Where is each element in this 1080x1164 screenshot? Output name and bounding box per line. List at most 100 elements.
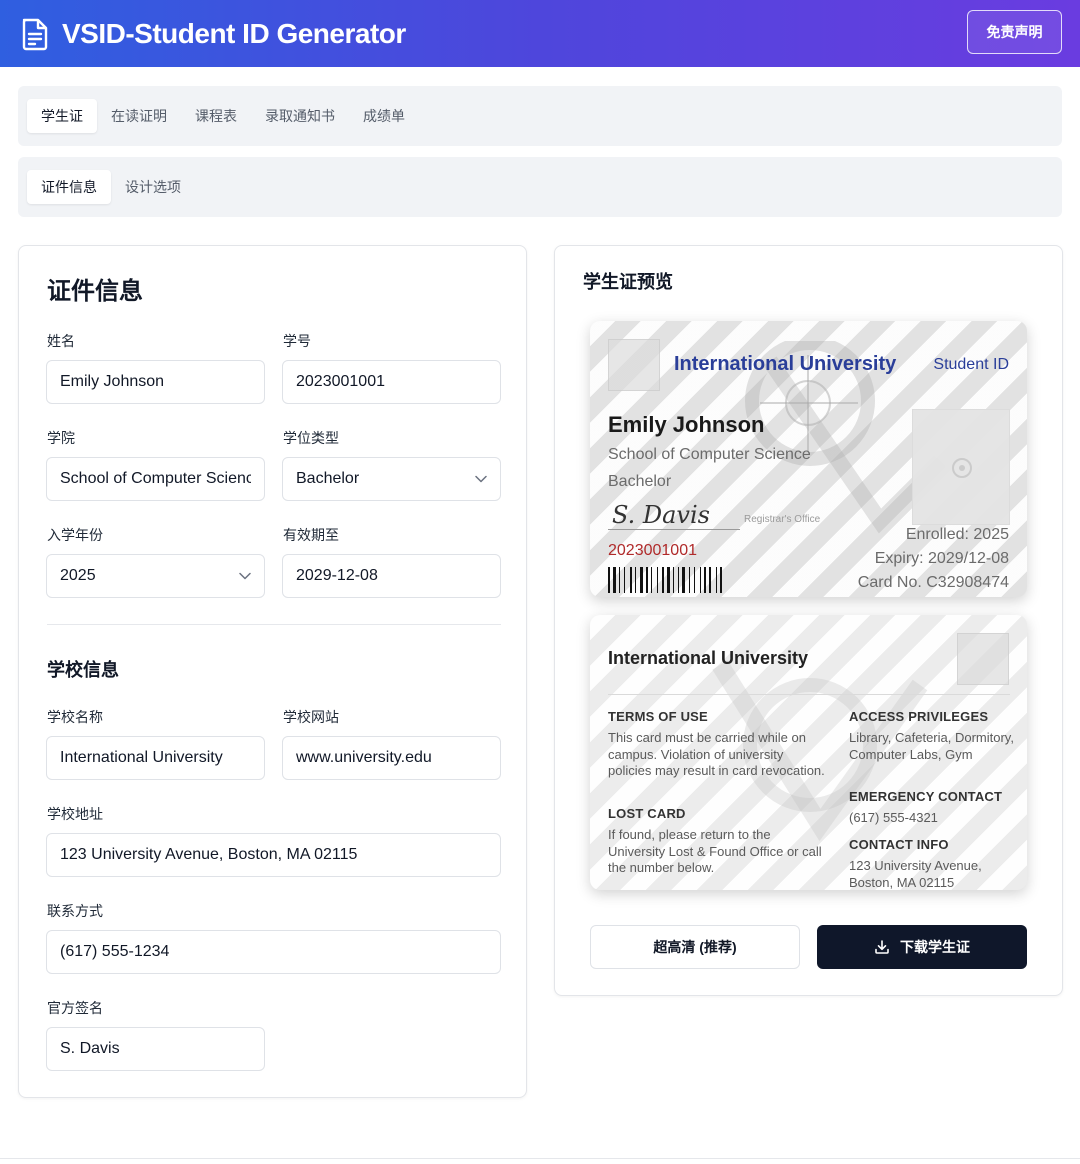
barcode-bar: [657, 567, 658, 593]
enrollment-year-label: 入学年份: [47, 527, 103, 543]
app-header: VSID-Student ID Generator 免责声明: [0, 0, 1080, 67]
college-input[interactable]: School of Computer Science: [46, 457, 265, 501]
lost-card-block: LOST CARD If found, please return to the…: [608, 806, 830, 877]
emergency-contact-block: EMERGENCY CONTACT (617) 555-4321: [849, 789, 1014, 827]
school-website-input[interactable]: www.university.edu: [282, 736, 501, 780]
barcode-bar: [613, 567, 616, 593]
chevron-down-icon: [239, 572, 251, 580]
degree-type-select[interactable]: Bachelor: [282, 457, 501, 501]
enrollment-year-select[interactable]: 2025: [46, 554, 265, 598]
school-address-input-value: 123 University Avenue, Boston, MA 02115: [60, 846, 358, 863]
barcode-bar: [624, 567, 625, 593]
document-type-tabs: 学生证 在读证明 课程表 录取通知书 成绩单: [18, 86, 1062, 146]
name-label: 姓名: [47, 333, 75, 349]
ultra-hd-button[interactable]: 超高清 (推荐): [590, 925, 800, 969]
card-back-university-name: International University: [608, 648, 809, 668]
student-number-label: 学号: [283, 333, 311, 349]
enrollment-year-select-value: 2025: [60, 567, 96, 584]
emergency-text: (617) 555-4321: [849, 810, 938, 825]
tab-design-options[interactable]: 设计选项: [111, 170, 195, 204]
access-heading: ACCESS PRIVILEGES: [849, 709, 989, 724]
barcode-bar: [619, 567, 620, 593]
emergency-heading: EMERGENCY CONTACT: [849, 789, 1003, 804]
barcode-bar: [608, 567, 610, 593]
barcode-bar: [716, 567, 717, 593]
university-logo-placeholder: [608, 339, 660, 391]
tab-transcript[interactable]: 成绩单: [349, 99, 419, 133]
name-input-value: Emily Johnson: [60, 373, 165, 390]
school-section-title: 学校信息: [47, 660, 119, 680]
barcode-bar: [694, 567, 695, 593]
tab-student-card[interactable]: 学生证: [27, 99, 97, 133]
card-number: Card No. C32908474: [857, 574, 1009, 591]
barcode-bar: [646, 567, 648, 593]
card-university-name: International University: [674, 353, 897, 375]
card-preview-panel: 学生证预览 International University Student I…: [554, 245, 1063, 996]
preview-title: 学生证预览: [583, 272, 673, 292]
degree-type-label: 学位类型: [283, 430, 339, 446]
download-button-label: 下载学生证: [900, 939, 970, 955]
card-back: International University TERMS OF USE Th…: [590, 615, 1027, 890]
terms-text: This card must be carried while on campu…: [608, 730, 825, 778]
barcode-bar: [678, 567, 679, 593]
access-text: Library, Cafeteria, Dormitory, Computer …: [849, 730, 1014, 762]
official-signature-input[interactable]: S. Davis: [46, 1027, 265, 1071]
card-student-name: Emily Johnson: [608, 412, 765, 437]
tab-card-info[interactable]: 证件信息: [27, 170, 111, 204]
school-address-input[interactable]: 123 University Avenue, Boston, MA 02115: [46, 833, 501, 877]
card-back-divider: [608, 694, 1010, 695]
card-type-label: Student ID: [933, 356, 1009, 373]
student-number-input[interactable]: 2023001001: [282, 360, 501, 404]
school-name-label: 学校名称: [47, 709, 103, 725]
card-college: School of Computer Science: [608, 446, 811, 463]
expiry-date-input[interactable]: 2029-12-08: [282, 554, 501, 598]
page-bottom-border: [0, 1158, 1080, 1159]
card-enrolled: Enrolled: 2025: [905, 526, 1009, 543]
terms-of-use-block: TERMS OF USE This card must be carried w…: [608, 709, 830, 780]
card-degree: Bachelor: [608, 473, 672, 490]
contact-label: 联系方式: [47, 903, 103, 919]
official-signature-input-value: S. Davis: [60, 1040, 120, 1057]
access-privileges-block: ACCESS PRIVILEGES Library, Cafeteria, Do…: [849, 709, 1014, 763]
expiry-date-label: 有效期至: [283, 527, 339, 543]
barcode: [608, 567, 722, 593]
official-signature-label: 官方签名: [47, 1000, 103, 1016]
card-expiry: Expiry: 2029/12-08: [874, 550, 1009, 567]
app-title: VSID-Student ID Generator: [62, 17, 406, 49]
college-label: 学院: [47, 430, 75, 446]
name-input[interactable]: Emily Johnson: [46, 360, 265, 404]
barcode-bar: [704, 567, 706, 593]
university-logo-placeholder: [957, 633, 1009, 685]
form-divider: [47, 624, 501, 625]
form-title: 证件信息: [47, 278, 143, 305]
download-student-card-button[interactable]: 下载学生证: [817, 925, 1027, 969]
expiry-date-input-value: 2029-12-08: [296, 567, 378, 584]
barcode-bar: [667, 567, 670, 593]
barcode-bar: [651, 567, 652, 593]
card-student-number: 2023001001: [608, 542, 697, 559]
contact-info-heading: CONTACT INFO: [849, 837, 949, 852]
barcode-bar: [662, 567, 664, 593]
tab-enrollment-certificate[interactable]: 在读证明: [97, 99, 181, 133]
signature-line: [608, 529, 740, 530]
barcode-bar: [673, 567, 674, 593]
school-name-input[interactable]: International University: [46, 736, 265, 780]
photo-icon: [952, 458, 972, 478]
barcode-bar: [630, 567, 632, 593]
tab-admission-letter[interactable]: 录取通知书: [251, 99, 349, 133]
document-icon: [22, 18, 48, 50]
barcode-bar: [640, 567, 643, 593]
lost-card-text: If found, please return to the Universit…: [608, 827, 822, 875]
college-input-value: School of Computer Science: [60, 470, 251, 487]
registrar-office-label: Registrar's Office: [744, 514, 821, 525]
barcode-bar: [700, 567, 701, 593]
barcode-bar: [635, 567, 636, 593]
lost-card-heading: LOST CARD: [608, 806, 686, 821]
download-icon: [875, 940, 889, 954]
contact-input[interactable]: (617) 555-1234: [46, 930, 501, 974]
disclaimer-button[interactable]: 免责声明: [967, 10, 1062, 54]
barcode-bar: [682, 567, 685, 593]
tab-class-schedule[interactable]: 课程表: [181, 99, 251, 133]
barcode-bar: [709, 567, 711, 593]
card-info-form-panel: 证件信息 姓名 Emily Johnson 学号 2023001001 学院 S…: [18, 245, 527, 1098]
